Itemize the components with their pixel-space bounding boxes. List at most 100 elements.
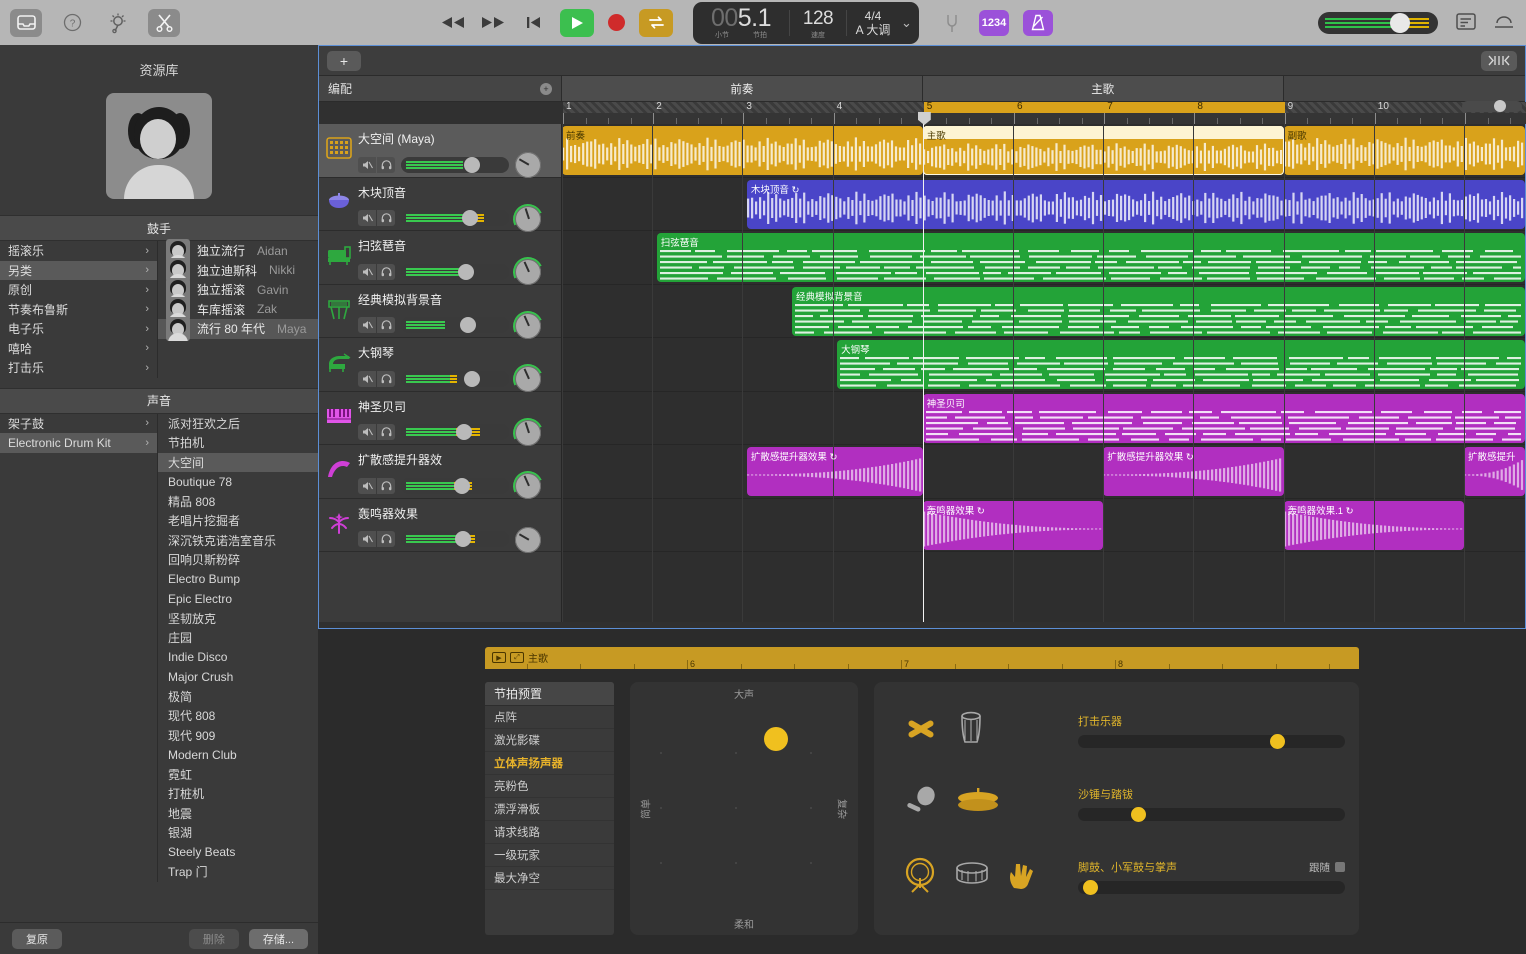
region-8[interactable]: 扩散感提升器效果 ↻	[747, 447, 923, 496]
volume-fader-knob[interactable]	[464, 157, 480, 173]
shaker-slider-knob[interactable]	[1131, 807, 1146, 822]
sound-preset-item-14[interactable]: 极简	[158, 687, 318, 707]
pan-knob[interactable]	[515, 259, 541, 285]
beat-preset-item-2[interactable]: 立体声扬声器	[485, 752, 614, 775]
cycle-button[interactable]	[639, 9, 673, 37]
arrangement-segment-1[interactable]: 主歌	[923, 76, 1284, 101]
beat-preset-item-0[interactable]: 点阵	[485, 706, 614, 729]
mute-icon[interactable]	[358, 157, 376, 173]
volume-fader[interactable]	[401, 424, 509, 440]
sound-preset-item-12[interactable]: Indie Disco	[158, 648, 318, 668]
sound-preset-item-2[interactable]: 大空间	[158, 453, 318, 473]
track-lane-6[interactable]: 扩散感提升器效果 ↻扩散感提升器效果 ↻扩散感提升	[562, 445, 1525, 499]
track-lanes[interactable]: 前奏主歌副歌木块顶音 ↻扫弦琶音经典模拟背景音大钢琴神圣贝司扩散感提升器效果 ↻…	[562, 124, 1525, 622]
sound-preset-item-7[interactable]: 回响贝斯粉碎	[158, 550, 318, 570]
cycle-inactive-left[interactable]	[563, 102, 924, 113]
forward-icon[interactable]	[480, 10, 506, 36]
flex-time-button[interactable]	[1481, 51, 1517, 71]
tuner-icon[interactable]	[102, 9, 134, 37]
volume-fader-knob[interactable]	[455, 531, 471, 547]
beat-preset-item-1[interactable]: 激光影碟	[485, 729, 614, 752]
headphones-icon[interactable]	[377, 371, 395, 387]
track-lane-3[interactable]: 经典模拟背景音	[562, 285, 1525, 339]
pan-knob[interactable]	[515, 366, 541, 392]
claves-icon[interactable]	[902, 710, 940, 751]
genre-item-6[interactable]: 打击乐›	[0, 358, 157, 378]
sound-preset-item-20[interactable]: 地震	[158, 804, 318, 824]
track-header-4[interactable]: 大钢琴	[319, 338, 561, 392]
genre-item-5[interactable]: 嘻哈›	[0, 339, 157, 359]
genre-item-2[interactable]: 原创›	[0, 280, 157, 300]
mute-icon[interactable]	[358, 478, 376, 494]
headphones-icon[interactable]	[377, 210, 395, 226]
sound-preset-item-23[interactable]: Trap 门	[158, 862, 318, 882]
zoom-slider-knob[interactable]	[1494, 100, 1506, 112]
volume-fader[interactable]	[401, 210, 509, 226]
sound-preset-item-9[interactable]: Epic Electro	[158, 589, 318, 609]
sound-preset-item-17[interactable]: Modern Club	[158, 745, 318, 765]
mute-icon[interactable]	[358, 317, 376, 333]
genre-item-3[interactable]: 节奏布鲁斯›	[0, 300, 157, 320]
volume-fader-knob[interactable]	[460, 317, 476, 333]
plus-circle-icon[interactable]: +	[540, 83, 552, 95]
volume-fader-knob[interactable]	[456, 424, 472, 440]
percussion-slider[interactable]	[1078, 735, 1345, 748]
sound-preset-item-15[interactable]: 现代 808	[158, 706, 318, 726]
sound-preset-item-6[interactable]: 深沉铁克诺浩室音乐	[158, 531, 318, 551]
timeline-ruler[interactable]: 1234567891011	[563, 102, 1526, 124]
snare-drum-icon[interactable]	[954, 860, 990, 893]
conga-icon[interactable]	[956, 710, 986, 751]
volume-fader[interactable]	[401, 317, 509, 333]
track-lane-5[interactable]: 神圣贝司	[562, 392, 1525, 446]
notes-icon[interactable]	[1456, 13, 1476, 33]
sound-preset-item-10[interactable]: 坚韧放克	[158, 609, 318, 629]
pan-knob[interactable]	[515, 152, 541, 178]
rewind-icon[interactable]	[440, 10, 466, 36]
headphones-icon[interactable]	[377, 264, 395, 280]
follow-dropdown-icon[interactable]	[1335, 862, 1345, 872]
region-4[interactable]: 扫弦琶音	[657, 233, 1525, 282]
volume-fader-knob[interactable]	[464, 371, 480, 387]
arrangement-segment-0[interactable]: 前奏	[562, 76, 923, 101]
volume-fader-knob[interactable]	[458, 264, 474, 280]
sound-preset-item-21[interactable]: 银湖	[158, 823, 318, 843]
sound-preset-item-8[interactable]: Electro Bump	[158, 570, 318, 590]
master-volume-slider[interactable]	[1318, 12, 1438, 34]
lcd-display[interactable]: 005.1 小节 节拍 128 速度 4/4 A 大调 ⌄	[693, 2, 919, 44]
pan-knob[interactable]	[515, 473, 541, 499]
sound-preset-item-13[interactable]: Major Crush	[158, 667, 318, 687]
track-header-2[interactable]: 扫弦琶音	[319, 231, 561, 285]
hihat-pedal-icon[interactable]	[956, 786, 1000, 821]
kit-item-1[interactable]: Electronic Drum Kit›	[0, 433, 157, 453]
track-header-0[interactable]: 大空间 (Maya)	[319, 124, 561, 178]
headphones-icon[interactable]	[377, 424, 395, 440]
cycle-range[interactable]	[924, 102, 1285, 113]
sound-preset-item-0[interactable]: 派对狂欢之后	[158, 414, 318, 434]
beat-preset-item-4[interactable]: 漂浮滑板	[485, 798, 614, 821]
mute-icon[interactable]	[358, 210, 376, 226]
headphones-icon[interactable]	[377, 157, 395, 173]
add-track-button[interactable]: +	[327, 51, 361, 71]
count-in-button[interactable]: 1234	[979, 10, 1009, 36]
genre-item-1[interactable]: 另类›	[0, 261, 157, 281]
sound-preset-item-1[interactable]: 节拍机	[158, 433, 318, 453]
pan-knob[interactable]	[515, 527, 541, 553]
lcd-key-signature[interactable]: 4/4 A 大调	[847, 9, 899, 37]
region-3[interactable]: 木块顶音 ↻	[747, 180, 1525, 229]
volume-fader[interactable]	[401, 157, 509, 173]
volume-fader[interactable]	[401, 478, 509, 494]
track-lane-2[interactable]: 扫弦琶音	[562, 231, 1525, 285]
mute-icon[interactable]	[358, 531, 376, 547]
headphones-icon[interactable]	[377, 317, 395, 333]
volume-fader[interactable]	[401, 264, 509, 280]
mute-icon[interactable]	[358, 371, 376, 387]
beat-preset-item-6[interactable]: 一级玩家	[485, 844, 614, 867]
track-header-5[interactable]: 神圣贝司	[319, 392, 561, 446]
follow-control[interactable]: 跟随	[1309, 860, 1345, 875]
editor-region-ruler[interactable]: ▶ ⤢ 主歌 678	[485, 647, 1359, 669]
kick-snare-slider[interactable]	[1078, 881, 1345, 894]
zoom-slider[interactable]	[1462, 101, 1522, 112]
region-6[interactable]: 大钢琴	[837, 340, 1525, 389]
track-lane-1[interactable]: 木块顶音 ↻	[562, 178, 1525, 232]
revert-button[interactable]: 复原	[12, 929, 62, 949]
